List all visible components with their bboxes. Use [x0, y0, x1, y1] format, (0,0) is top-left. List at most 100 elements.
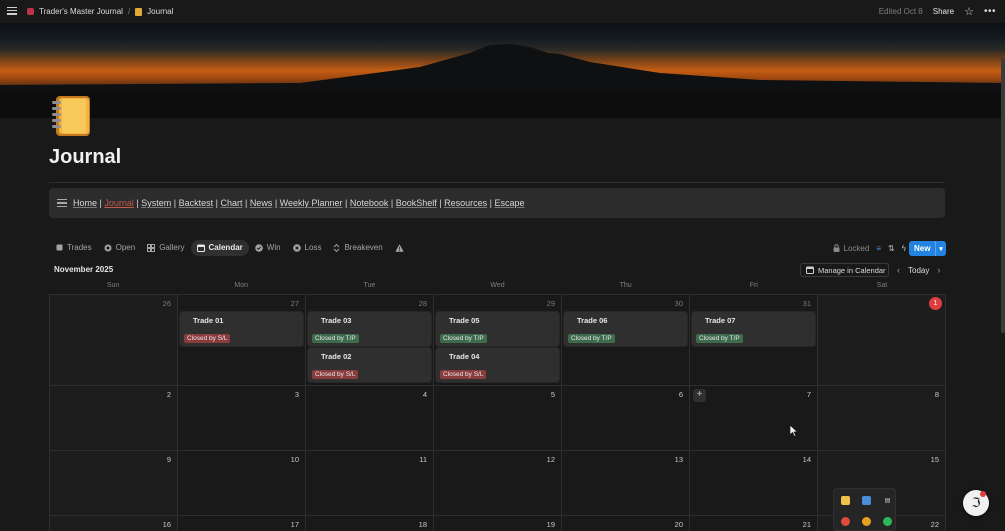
tab-gallery[interactable]: Gallery	[141, 240, 190, 256]
nav-link-news[interactable]: News	[250, 198, 273, 208]
filter-icon[interactable]: ≡	[876, 244, 881, 253]
calendar-day-cell[interactable]: 20	[562, 516, 690, 531]
breadcrumb-page[interactable]: Journal	[147, 7, 173, 16]
month-label: November 2025	[54, 265, 114, 274]
extension-icon[interactable]	[862, 496, 871, 505]
trade-card[interactable]: Trade 05 Closed by T/P	[436, 312, 559, 346]
add-page-icon[interactable]: +	[693, 389, 706, 402]
chevron-left-icon[interactable]: ‹	[897, 265, 900, 275]
today-date-badge: 1	[929, 297, 942, 310]
notebook-icon[interactable]	[50, 94, 92, 138]
whatsapp-icon[interactable]	[883, 517, 892, 526]
calendar-day-cell[interactable]: 11	[306, 451, 434, 516]
tab-win[interactable]: Win	[249, 240, 287, 256]
calendar-day-cell[interactable]: 19	[434, 516, 562, 531]
tab-breakeven[interactable]: Breakeven	[327, 240, 388, 256]
calendar-day-cell[interactable]: 31 Trade 07 Closed by T/P	[690, 295, 818, 386]
calendar-day-cell[interactable]: 8	[818, 386, 946, 451]
top-bar: Trader's Master Journal / Journal Edited…	[0, 0, 1005, 23]
calendar-navigation: ‹ Today ›	[897, 263, 940, 277]
sort-icon[interactable]: ⇅	[888, 244, 895, 253]
chevron-right-icon[interactable]: ›	[937, 265, 940, 275]
nav-link-escape[interactable]: Escape	[495, 198, 525, 208]
nav-separator: |	[388, 198, 396, 208]
calendar-day-cell[interactable]: 14	[690, 451, 818, 516]
nav-link-resources[interactable]: Resources	[444, 198, 487, 208]
trade-card[interactable]: Trade 03 Closed by T/P	[308, 312, 431, 346]
tab-warning[interactable]	[389, 240, 410, 256]
day-number: 12	[546, 455, 555, 464]
day-number: 27	[290, 299, 299, 308]
extension-icon[interactable]	[841, 496, 850, 505]
locked-indicator[interactable]: Locked	[833, 243, 870, 253]
page-title: Journal	[49, 146, 122, 168]
day-number: 17	[290, 520, 299, 529]
share-button[interactable]: Share	[933, 7, 954, 16]
day-number: 5	[550, 390, 555, 399]
manage-in-calendar-button[interactable]: Manage in Calendar	[800, 263, 889, 277]
today-button[interactable]: Today	[908, 266, 929, 275]
scrollbar[interactable]	[1001, 58, 1005, 333]
day-number: 14	[802, 455, 811, 464]
nav-link-weekly-planner[interactable]: Weekly Planner	[280, 198, 343, 208]
menu-icon[interactable]	[7, 5, 17, 15]
calendar-day-cell[interactable]: 26	[50, 295, 178, 386]
tab-label: Win	[266, 243, 281, 252]
calendar-day-cell[interactable]: 13	[562, 451, 690, 516]
calendar-day-cell[interactable]: 3	[178, 386, 306, 451]
calendar-day-cell[interactable]: 6	[562, 386, 690, 451]
chrome-icon[interactable]	[841, 517, 850, 526]
calendar-day-cell[interactable]: 17	[178, 516, 306, 531]
tab-open[interactable]: Open	[98, 240, 142, 256]
calendar-day-cell[interactable]: 9	[50, 451, 178, 516]
trade-card[interactable]: Trade 07 Closed by T/P	[692, 312, 815, 346]
calendar-day-cell[interactable]: 5	[434, 386, 562, 451]
nav-link-notebook[interactable]: Notebook	[350, 198, 389, 208]
trade-card[interactable]: Trade 06 Closed by T/P	[564, 312, 687, 346]
favorite-star-icon[interactable]: ☆	[964, 5, 974, 18]
calendar-day-cell[interactable]: 18	[306, 516, 434, 531]
calendar-day-cell[interactable]: +7	[690, 386, 818, 451]
nav-link-chart[interactable]: Chart	[220, 198, 242, 208]
more-options-icon[interactable]: •••	[984, 6, 996, 17]
calendar-day-cell[interactable]: 4	[306, 386, 434, 451]
trade-card[interactable]: Trade 04 Closed by S/L	[436, 348, 559, 382]
calendar-day-cell[interactable]: 16	[50, 516, 178, 531]
calendar-day-cell[interactable]: 10	[178, 451, 306, 516]
trade-card[interactable]: Trade 01 Closed by S/L	[180, 312, 303, 346]
calendar-day-cell[interactable]: 2	[50, 386, 178, 451]
chat-icon[interactable]: ▤	[883, 496, 892, 505]
nav-separator: |	[242, 198, 250, 208]
nav-link-bookshelf[interactable]: BookShelf	[396, 198, 437, 208]
check-icon	[254, 243, 263, 252]
calendar-day-cell[interactable]: 27 Trade 01 Closed by S/L	[178, 295, 306, 386]
calendar-week: 26 27 Trade 01 Closed by S/L 28 Trade 03 Close…	[50, 295, 946, 386]
tab-label: Loss	[304, 243, 322, 252]
tab-calendar[interactable]: Calendar	[190, 239, 249, 256]
calendar-day-cell[interactable]: 28 Trade 03 Closed by T/P Trade 02 Closed by…	[306, 295, 434, 386]
calendar-day-cell[interactable]: 1	[818, 295, 946, 386]
tab-trades[interactable]: Trades	[50, 240, 98, 256]
arrows-updown-icon	[333, 243, 340, 252]
calendar-icon	[196, 244, 205, 252]
calendar-day-cell[interactable]: 12	[434, 451, 562, 516]
new-button[interactable]: New ▾	[909, 241, 946, 256]
trade-card[interactable]: Trade 02 Closed by S/L	[308, 348, 431, 382]
breadcrumb-workspace[interactable]: Trader's Master Journal	[39, 7, 123, 16]
cover-image	[0, 23, 1005, 118]
weekday-header: Sun Mon Tue Wed Thu Fri Sat	[49, 282, 946, 294]
extension-icon[interactable]	[862, 517, 871, 526]
day-number: 16	[162, 520, 171, 529]
nav-link-backtest[interactable]: Backtest	[179, 198, 214, 208]
calendar-day-cell[interactable]: 29 Trade 05 Closed by T/P Trade 04 Closed by…	[434, 295, 562, 386]
automation-icon[interactable]: ϟ	[902, 244, 906, 253]
locked-label: Locked	[843, 243, 870, 253]
chevron-down-icon[interactable]: ▾	[935, 241, 946, 256]
tab-loss[interactable]: Loss	[287, 240, 328, 256]
calendar-day-cell[interactable]: 21	[690, 516, 818, 531]
assistant-button[interactable]: ℑ	[963, 490, 989, 516]
calendar-day-cell[interactable]: 30 Trade 06 Closed by T/P	[562, 295, 690, 386]
nav-link-journal[interactable]: Journal	[104, 198, 134, 208]
nav-link-system[interactable]: System	[141, 198, 171, 208]
nav-link-home[interactable]: Home	[73, 198, 97, 208]
